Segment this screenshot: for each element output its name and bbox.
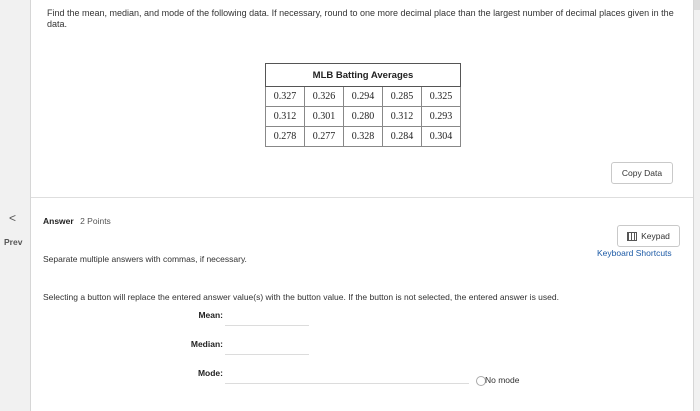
- question-text: Find the mean, median, and mode of the f…: [47, 8, 674, 29]
- table-cell: 0.312: [265, 106, 305, 127]
- mode-input[interactable]: [225, 367, 469, 384]
- no-mode-label[interactable]: No mode: [485, 375, 520, 385]
- table-row: 0.312 0.301 0.280 0.312 0.293: [265, 106, 461, 127]
- median-label: Median:: [190, 339, 223, 349]
- points-label: 2 Points: [80, 216, 111, 226]
- table-cell: 0.312: [382, 106, 422, 127]
- table-cell: 0.293: [421, 106, 461, 127]
- table-cell: 0.304: [421, 126, 461, 147]
- table-cell: 0.284: [382, 126, 422, 147]
- page: < Prev Find the mean, median, and mode o…: [0, 0, 700, 411]
- table-cell: 0.328: [343, 126, 383, 147]
- table-cell: 0.285: [382, 86, 422, 107]
- keypad-button[interactable]: Keypad: [617, 225, 680, 247]
- prev-arrow-icon[interactable]: <: [9, 211, 16, 225]
- answer-header: Answer 2 Points: [43, 216, 111, 226]
- keypad-label: Keypad: [641, 231, 670, 241]
- table-cell: 0.294: [343, 86, 383, 107]
- data-table: MLB Batting Averages 0.327 0.326 0.294 0…: [265, 63, 461, 147]
- table-cell: 0.327: [265, 86, 305, 107]
- mode-label: Mode:: [197, 368, 223, 378]
- table-cell: 0.301: [304, 106, 344, 127]
- median-input[interactable]: [225, 338, 309, 355]
- table-title: MLB Batting Averages: [265, 63, 461, 87]
- table-cell: 0.280: [343, 106, 383, 127]
- table-cell: 0.278: [265, 126, 305, 147]
- section-divider: [31, 197, 693, 198]
- table-row: 0.327 0.326 0.294 0.285 0.325: [265, 86, 461, 107]
- answer-label: Answer: [43, 216, 74, 226]
- hint-separate: Separate multiple answers with commas, i…: [43, 254, 247, 264]
- prev-button[interactable]: Prev: [4, 237, 22, 247]
- question-panel: Find the mean, median, and mode of the f…: [30, 0, 694, 411]
- table-row: 0.278 0.277 0.328 0.284 0.304: [265, 126, 461, 147]
- mean-input[interactable]: [225, 309, 309, 326]
- keyboard-shortcuts-link[interactable]: Keyboard Shortcuts: [597, 248, 672, 258]
- keypad-icon: [627, 232, 638, 242]
- table-cell: 0.277: [304, 126, 344, 147]
- table-cell: 0.326: [304, 86, 344, 107]
- copy-data-button[interactable]: Copy Data: [611, 162, 673, 184]
- hint-button: Selecting a button will replace the ente…: [43, 292, 559, 302]
- table-cell: 0.325: [421, 86, 461, 107]
- mean-label: Mean:: [198, 310, 223, 320]
